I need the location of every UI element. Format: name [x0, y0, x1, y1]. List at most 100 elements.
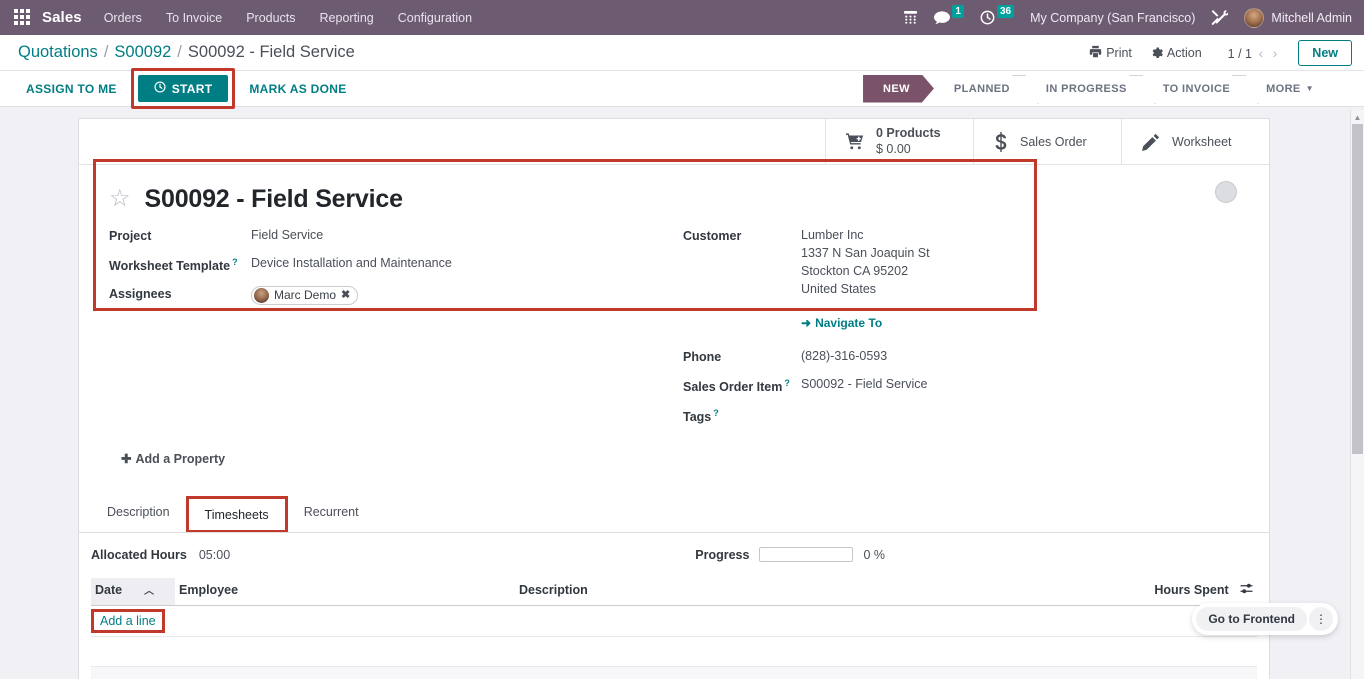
breadcrumb-separator-2: / [177, 43, 182, 61]
tab-recurrent[interactable]: Recurrent [288, 496, 375, 533]
timesheets-table-head: Date ︿ Employee Description Hours Spent [91, 578, 1257, 607]
message-count-badge: 1 [952, 5, 964, 18]
mark-as-done-button[interactable]: MARK AS DONE [241, 77, 354, 101]
user-avatar-placeholder[interactable] [1215, 181, 1237, 203]
company-switcher[interactable]: My Company (San Francisco) [1030, 11, 1195, 25]
tab-description[interactable]: Description [91, 496, 186, 533]
phone-value[interactable]: (828)-316-0593 [801, 349, 887, 364]
project-label: Project [109, 229, 152, 243]
chat-bubble-icon[interactable]: 1 [934, 5, 964, 25]
tab-timesheets[interactable]: Timesheets [188, 499, 285, 531]
apps-grid-icon[interactable] [14, 8, 32, 27]
allocated-hours-value[interactable]: 05:00 [199, 548, 230, 562]
stage-label: NEW [883, 82, 910, 95]
add-property-button[interactable]: ✚ Add a Property [121, 451, 225, 467]
assign-to-me-button[interactable]: ASSIGN TO ME [18, 77, 125, 101]
navigate-to-button[interactable]: ➜ Navigate To [801, 316, 882, 330]
sales-order-item-label: Sales Order Item? [683, 377, 801, 394]
tags-label: Tags? [683, 407, 801, 424]
go-to-frontend-button[interactable]: Go to Frontend [1196, 607, 1307, 631]
scrollbar-thumb[interactable] [1352, 124, 1363, 454]
print-button[interactable]: Print [1089, 45, 1132, 61]
assignee-name: Marc Demo [274, 288, 337, 303]
menu-products[interactable]: Products [246, 11, 295, 25]
vertical-dots-icon[interactable]: ⋮ [1309, 607, 1333, 631]
plus-icon: ✚ [121, 452, 132, 467]
column-employee[interactable]: Employee [175, 578, 515, 607]
menu-to-invoice[interactable]: To Invoice [166, 11, 222, 25]
stage-new[interactable]: NEW [863, 75, 934, 103]
sales-order-label: Sales Order [1020, 134, 1087, 149]
customer-value[interactable]: Lumber Inc 1337 N San Joaquin St Stockto… [801, 228, 930, 300]
phone-keypad-icon[interactable] [903, 10, 918, 25]
pager-next[interactable]: › [1270, 45, 1281, 61]
form-body: ☆ S00092 - Field Service Project Field S… [79, 159, 1269, 476]
app-brand-sales[interactable]: Sales [42, 9, 82, 26]
help-icon[interactable]: ? [232, 257, 238, 267]
stage-label: PLANNED [953, 82, 1010, 95]
action-button[interactable]: Action [1150, 45, 1202, 61]
stage-to-invoice[interactable]: TO INVOICE [1142, 74, 1247, 103]
pencil-icon [1142, 133, 1160, 151]
stage-more-dropdown[interactable]: MORE ▼ [1246, 74, 1330, 103]
breadcrumb-s00092[interactable]: S00092 [114, 43, 171, 62]
field-worksheet-template: Worksheet Template? Device Installation … [109, 256, 675, 273]
field-customer: Customer Lumber Inc 1337 N San Joaquin S… [683, 228, 1241, 300]
project-value[interactable]: Field Service [251, 228, 323, 243]
sales-order-item-value[interactable]: S00092 - Field Service [801, 377, 927, 392]
wrench-screwdriver-icon[interactable] [1211, 9, 1229, 26]
worksheet-template-value[interactable]: Device Installation and Maintenance [251, 256, 452, 271]
stage-label: IN PROGRESS [1045, 82, 1127, 95]
column-description[interactable]: Description [515, 578, 1097, 607]
table-row [91, 636, 1257, 668]
stage-pipeline: NEW PLANNED IN PROGRESS TO INVOICE MORE … [863, 74, 1330, 103]
breadcrumb-current: S00092 - Field Service [187, 43, 355, 61]
navigate-to-row: ➜ Navigate To [683, 313, 1241, 343]
progress-bar[interactable] [759, 547, 854, 563]
assignees-value[interactable]: Marc Demo ✖ [251, 286, 359, 307]
products-amount: $ 0.00 [876, 141, 911, 156]
field-tags: Tags? [683, 407, 1241, 424]
tags-label-text: Tags [683, 410, 712, 425]
dollar-icon [994, 131, 1008, 152]
menu-orders[interactable]: Orders [104, 11, 142, 25]
stage-planned[interactable]: PLANNED [933, 74, 1026, 103]
products-count: 0 Products [876, 125, 941, 140]
navigate-to-label: Navigate To [815, 316, 883, 330]
activity-count-badge: 36 [996, 5, 1015, 18]
help-icon[interactable]: ? [784, 378, 790, 388]
smart-button-products[interactable]: 0 Products $ 0.00 [825, 119, 973, 164]
form-sheet: 0 Products $ 0.00 Sales Order Worksheet … [78, 118, 1270, 679]
smart-button-sales-order[interactable]: Sales Order [973, 119, 1121, 164]
stage-in-progress[interactable]: IN PROGRESS [1025, 74, 1143, 103]
form-column-left: Project Field Service Worksheet Template… [109, 228, 675, 437]
pager-value: 1 / 1 [1227, 46, 1252, 61]
pager-previous[interactable]: ‹ [1255, 45, 1266, 61]
menu-reporting[interactable]: Reporting [320, 11, 374, 25]
smart-button-worksheet[interactable]: Worksheet [1121, 119, 1269, 164]
remove-assignee-icon[interactable]: ✖ [341, 289, 350, 302]
breadcrumb-quotations[interactable]: Quotations [18, 43, 98, 62]
activity-clock-icon[interactable]: 36 [980, 5, 1015, 25]
page-title: S00092 - Field Service [144, 185, 403, 213]
menu-configuration[interactable]: Configuration [398, 11, 472, 25]
add-a-line-button[interactable]: Add a line [100, 614, 156, 628]
star-outline-icon[interactable]: ☆ [109, 186, 131, 211]
action-label: Action [1166, 45, 1202, 60]
customer-street: 1337 N San Joaquin St [801, 246, 930, 260]
customer-label: Customer [683, 229, 742, 243]
help-icon[interactable]: ? [713, 408, 719, 418]
new-button[interactable]: New [1298, 39, 1352, 66]
column-date[interactable]: Date ︿ [91, 578, 175, 607]
start-button[interactable]: START [137, 75, 229, 102]
scroll-up-arrow[interactable]: ▲ [1351, 110, 1364, 124]
pager: 1 / 1 ‹ › [1228, 45, 1281, 61]
worksheet-label: Worksheet [1172, 134, 1232, 149]
assignee-tag[interactable]: Marc Demo ✖ [251, 286, 359, 306]
vertical-scrollbar[interactable]: ▲ [1350, 110, 1364, 679]
user-menu[interactable]: Mitchell Admin [1244, 7, 1352, 28]
column-options-icon[interactable] [1237, 583, 1253, 597]
cart-plus-icon [846, 133, 864, 150]
navigate-spacer [683, 313, 801, 314]
column-hours-spent[interactable]: Hours Spent [1097, 578, 1257, 607]
